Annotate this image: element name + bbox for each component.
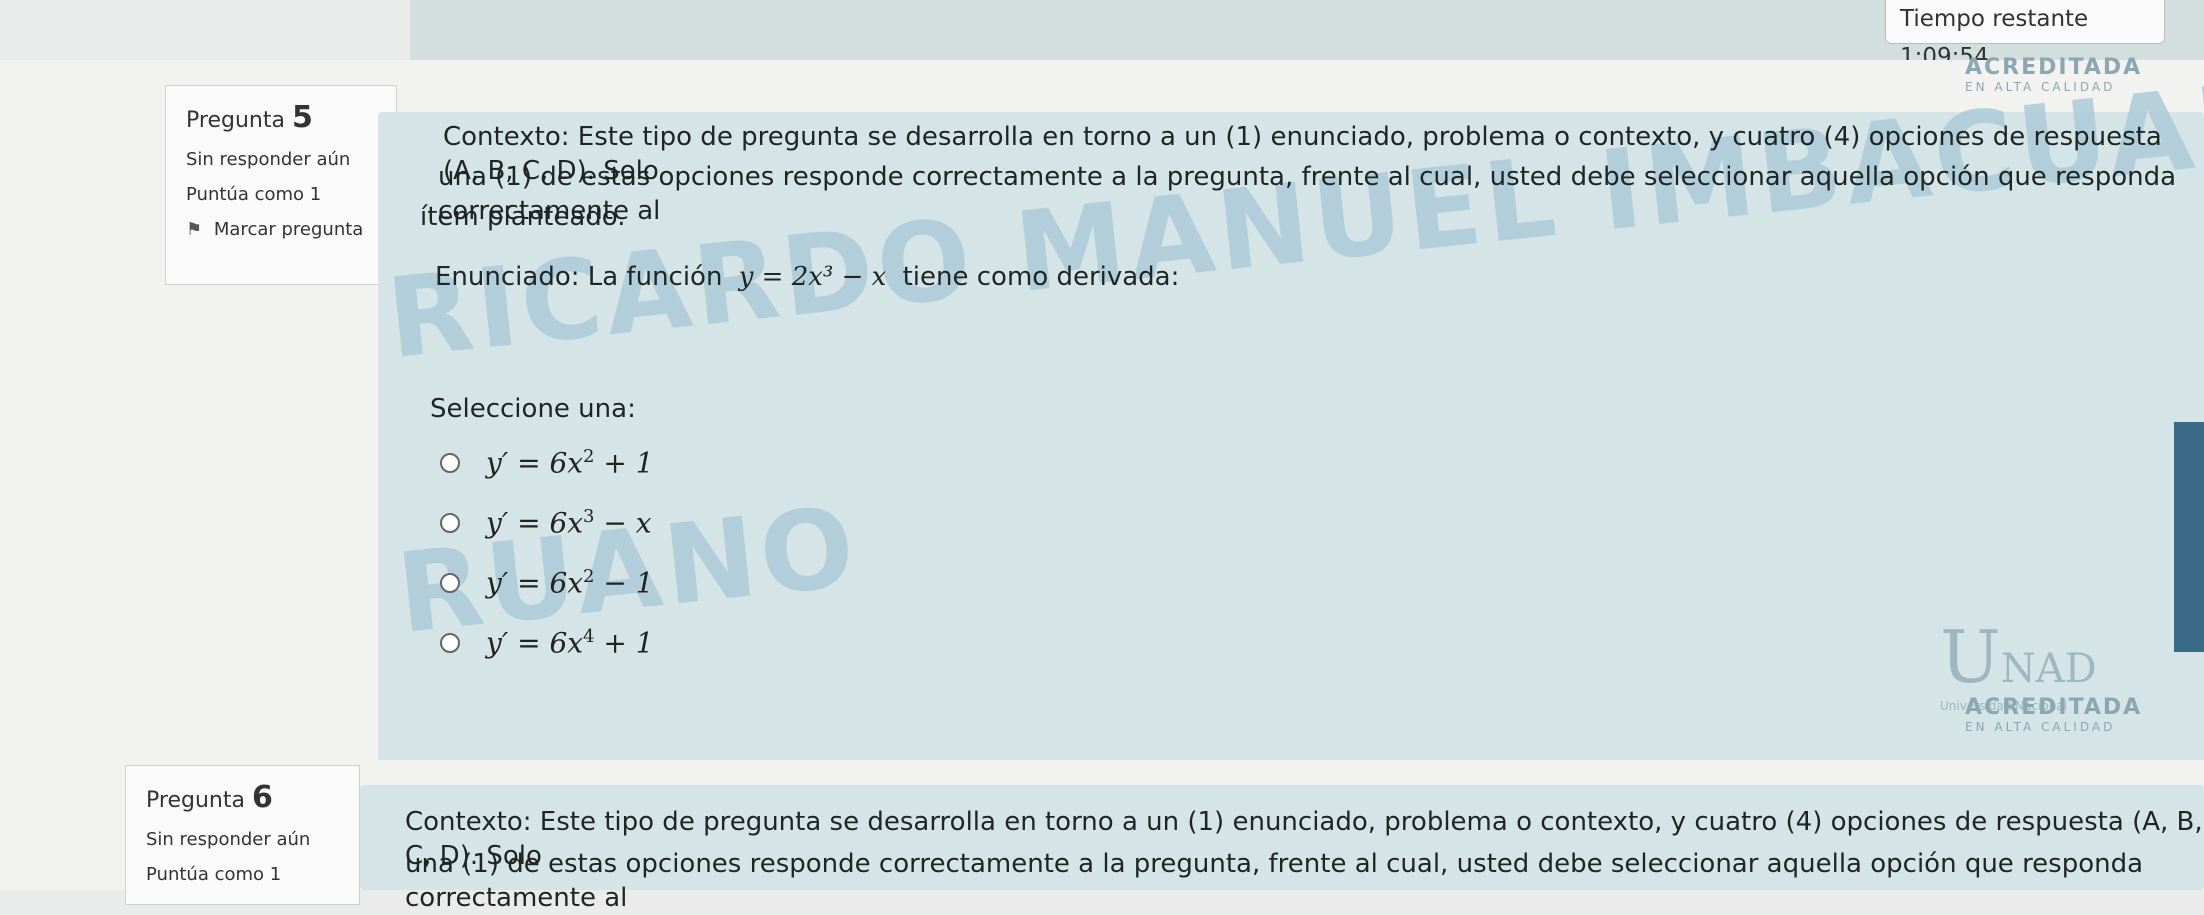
flag-question-link[interactable]: ⚑ Marcar pregunta xyxy=(186,219,376,240)
question-number: Pregunta 6 xyxy=(146,780,273,815)
statement-text: Enunciado: La función y = 2x³ − x tiene … xyxy=(435,262,1180,292)
timer-box: Tiempo restante 1:09:54 xyxy=(1885,0,2165,70)
answer-option-b[interactable]: y′ = 6x3 − x xyxy=(440,506,652,539)
accreditation-badge-top: ACREDITADA EN ALTA CALIDAD xyxy=(1965,55,2143,94)
radio-button[interactable] xyxy=(440,632,460,653)
side-tab[interactable] xyxy=(2174,422,2204,652)
radio-button[interactable] xyxy=(440,572,460,593)
statement-math: y = 2x³ − x xyxy=(738,262,887,292)
question-6-panel: Pregunta 6 Sin responder aún Puntúa como… xyxy=(0,760,2204,913)
question-number: Pregunta 5 xyxy=(186,100,313,135)
question-5-panel: Pregunta 5 Sin responder aún Puntúa como… xyxy=(0,55,2204,785)
question-points: Puntúa como 1 xyxy=(186,184,322,205)
answer-option-d[interactable]: y′ = 6x4 + 1 xyxy=(440,626,654,659)
answer-option-c[interactable]: y′ = 6x2 − 1 xyxy=(440,566,654,599)
answer-option-a[interactable]: y′ = 6x2 + 1 xyxy=(440,446,654,479)
question-info-box: Pregunta 6 Sin responder aún Puntúa como… xyxy=(125,765,360,905)
question-status: Sin responder aún xyxy=(146,829,311,850)
select-label: Seleccione una: xyxy=(430,394,636,424)
question-status: Sin responder aún xyxy=(186,149,351,170)
flag-icon: ⚑ xyxy=(186,219,203,240)
radio-button[interactable] xyxy=(440,452,460,473)
context-text-line-2: una (1) de estas opciones responde corre… xyxy=(405,849,2144,913)
question-points: Puntúa como 1 xyxy=(146,864,282,885)
question-info-box: Pregunta 5 Sin responder aún Puntúa como… xyxy=(165,85,397,285)
radio-button[interactable] xyxy=(440,512,460,533)
accreditation-badge-bottom: ACREDITADA EN ALTA CALIDAD xyxy=(1965,695,2143,734)
